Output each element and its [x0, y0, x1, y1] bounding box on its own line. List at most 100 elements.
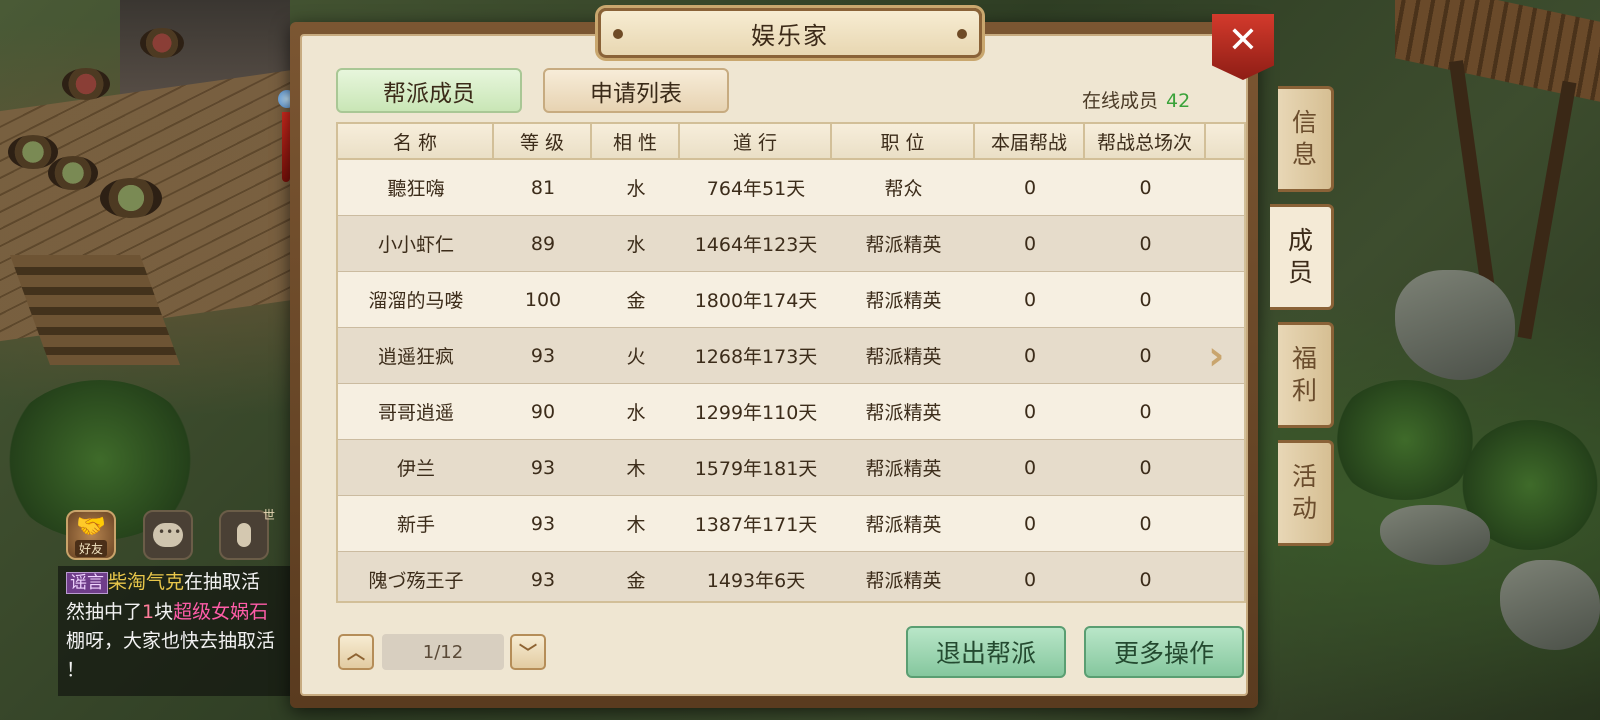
scroll-right-button[interactable]: › [1208, 336, 1234, 376]
more-actions-button[interactable]: 更多操作 [1084, 626, 1244, 678]
chevron-right-icon: › [1208, 333, 1225, 379]
table-row[interactable]: 隗づ殇王子 93 金 1493年6天 帮派精英 0 0 [338, 552, 1244, 601]
side-tab-activities[interactable]: 活 动 [1278, 440, 1334, 546]
member-dao: 1387年171天 [694, 514, 818, 536]
member-name: 隗づ殇王子 [368, 570, 464, 592]
member-position: 帮派精英 [865, 402, 942, 424]
member-element: 火 [626, 346, 646, 368]
member-level: 89 [530, 232, 556, 255]
member-war-total: 0 [1139, 176, 1152, 199]
member-level: 81 [530, 176, 556, 199]
header-war-total[interactable]: 帮战总场次 [1085, 124, 1206, 158]
side-tab-label: 福 [1291, 344, 1317, 373]
table-row[interactable]: 哥哥逍遥 90 水 1299年110天 帮派精英 0 0 [338, 384, 1244, 440]
quit-guild-button[interactable]: 退出帮派 [906, 626, 1066, 678]
member-dao: 1268年173天 [694, 346, 818, 368]
herb-basket [140, 28, 184, 58]
bush [1330, 380, 1480, 500]
member-war-total: 0 [1139, 344, 1152, 367]
pavilion-post [1449, 60, 1495, 290]
member-name: 溜溜的马喽 [368, 290, 464, 312]
handshake-icon: 🤝 [76, 511, 106, 540]
member-level: 93 [530, 456, 556, 479]
table-row[interactable]: 新手 93 木 1387年171天 帮派精英 0 0 [338, 496, 1244, 552]
member-war-current: 0 [1023, 512, 1037, 535]
rock [1380, 505, 1490, 565]
member-position: 帮众 [884, 178, 923, 200]
member-position: 帮派精英 [865, 514, 942, 536]
member-war-total: 0 [1139, 288, 1152, 311]
member-dao: 764年51天 [706, 178, 806, 200]
member-position: 帮派精英 [865, 290, 942, 312]
chat-sender[interactable]: 柴淘气克 [108, 571, 184, 593]
page-down-button[interactable]: ﹀ [510, 634, 546, 670]
side-tab-info[interactable]: 信 息 [1278, 86, 1334, 192]
table-row[interactable]: 逍遥狂疯 93 火 1268年173天 帮派精英 0 0 [338, 328, 1244, 384]
member-level: 93 [530, 344, 556, 367]
member-element: 木 [626, 458, 646, 480]
chat-channel-badge: 谣言 [66, 572, 108, 594]
table-row[interactable]: 溜溜的马喽 100 金 1800年174天 帮派精英 0 0 [338, 272, 1244, 328]
member-level: 93 [530, 568, 556, 591]
chat-number: 1 [142, 601, 155, 623]
table-header: 名 称 等 级 相 性 道 行 职 位 本届帮战 帮战总场次 [338, 124, 1244, 160]
member-name: 逍遥狂疯 [377, 346, 454, 368]
voice-button[interactable]: 世 [219, 508, 275, 560]
member-dao: 1464年123天 [694, 234, 818, 256]
friends-label: 好友 [74, 539, 107, 557]
friends-button[interactable]: 🤝 好友 [66, 510, 116, 560]
chat-log[interactable]: 谣言 柴淘气克在抽取活 然抽中了1块超级女娲石 棚呀，大家也快去抽取活 ！ [58, 566, 298, 696]
header-war-current[interactable]: 本届帮战 [975, 124, 1085, 158]
member-position: 帮派精英 [865, 346, 942, 368]
herb-basket [48, 156, 98, 190]
member-war-current: 0 [1023, 568, 1037, 591]
header-name[interactable]: 名 称 [338, 124, 494, 158]
tab-guild-members[interactable]: 帮派成员 [336, 68, 522, 113]
chat-button[interactable] [143, 510, 193, 560]
member-element: 水 [626, 402, 646, 424]
member-dao: 1579年181天 [694, 458, 818, 480]
rivet-decoration [957, 29, 967, 39]
member-position: 帮派精英 [865, 458, 942, 480]
chat-text: 然抽中了 [66, 601, 143, 623]
member-element: 木 [626, 514, 646, 536]
side-tab-label: 成 [1287, 226, 1313, 255]
member-element: 金 [626, 290, 646, 312]
member-war-total: 0 [1139, 456, 1152, 479]
side-tab-welfare[interactable]: 福 利 [1278, 322, 1334, 428]
online-members: 在线成员 42 [1082, 86, 1190, 113]
table-row[interactable]: 聽狂嗨 81 水 764年51天 帮众 0 0 [338, 160, 1244, 216]
close-icon: ✕ [1227, 20, 1259, 61]
header-level[interactable]: 等 级 [494, 124, 592, 158]
herb-basket [62, 68, 110, 100]
pendant-tassel [282, 112, 290, 182]
member-war-current: 0 [1023, 456, 1037, 479]
world-channel-tag: 世 [262, 508, 275, 522]
side-tab-label: 信 [1291, 108, 1317, 137]
table-row[interactable]: 伊兰 93 木 1579年181天 帮派精英 0 0 [338, 440, 1244, 496]
online-members-count: 42 [1166, 90, 1191, 112]
chevron-up-icon: ︿ [347, 643, 365, 664]
chevron-down-icon: ﹀ [519, 643, 537, 664]
chat-item-link[interactable]: 超级女娲石 [173, 601, 268, 623]
header-element[interactable]: 相 性 [592, 124, 680, 158]
member-dao: 1299年110天 [694, 402, 818, 424]
header-dao[interactable]: 道 行 [680, 124, 832, 158]
tab-application-list[interactable]: 申请列表 [543, 68, 729, 113]
member-name: 伊兰 [396, 458, 435, 480]
member-element: 水 [626, 178, 646, 200]
side-tab-members[interactable]: 成 员 [1270, 204, 1334, 310]
header-position[interactable]: 职 位 [832, 124, 975, 158]
rivet-decoration [613, 29, 623, 39]
member-war-total: 0 [1139, 568, 1152, 591]
member-war-current: 0 [1023, 232, 1037, 255]
rock [1500, 560, 1600, 650]
side-tab-label: 息 [1291, 140, 1317, 169]
chat-line: 然抽中了1块超级女娲石 [66, 598, 290, 627]
page-up-button[interactable]: ︿ [338, 634, 374, 670]
table-row[interactable]: 小小虾仁 89 水 1464年123天 帮派精英 0 0 [338, 216, 1244, 272]
member-war-total: 0 [1139, 232, 1152, 255]
chat-text: 在抽取活 [184, 571, 261, 593]
member-war-current: 0 [1023, 344, 1037, 367]
side-tab-label: 动 [1291, 494, 1317, 523]
